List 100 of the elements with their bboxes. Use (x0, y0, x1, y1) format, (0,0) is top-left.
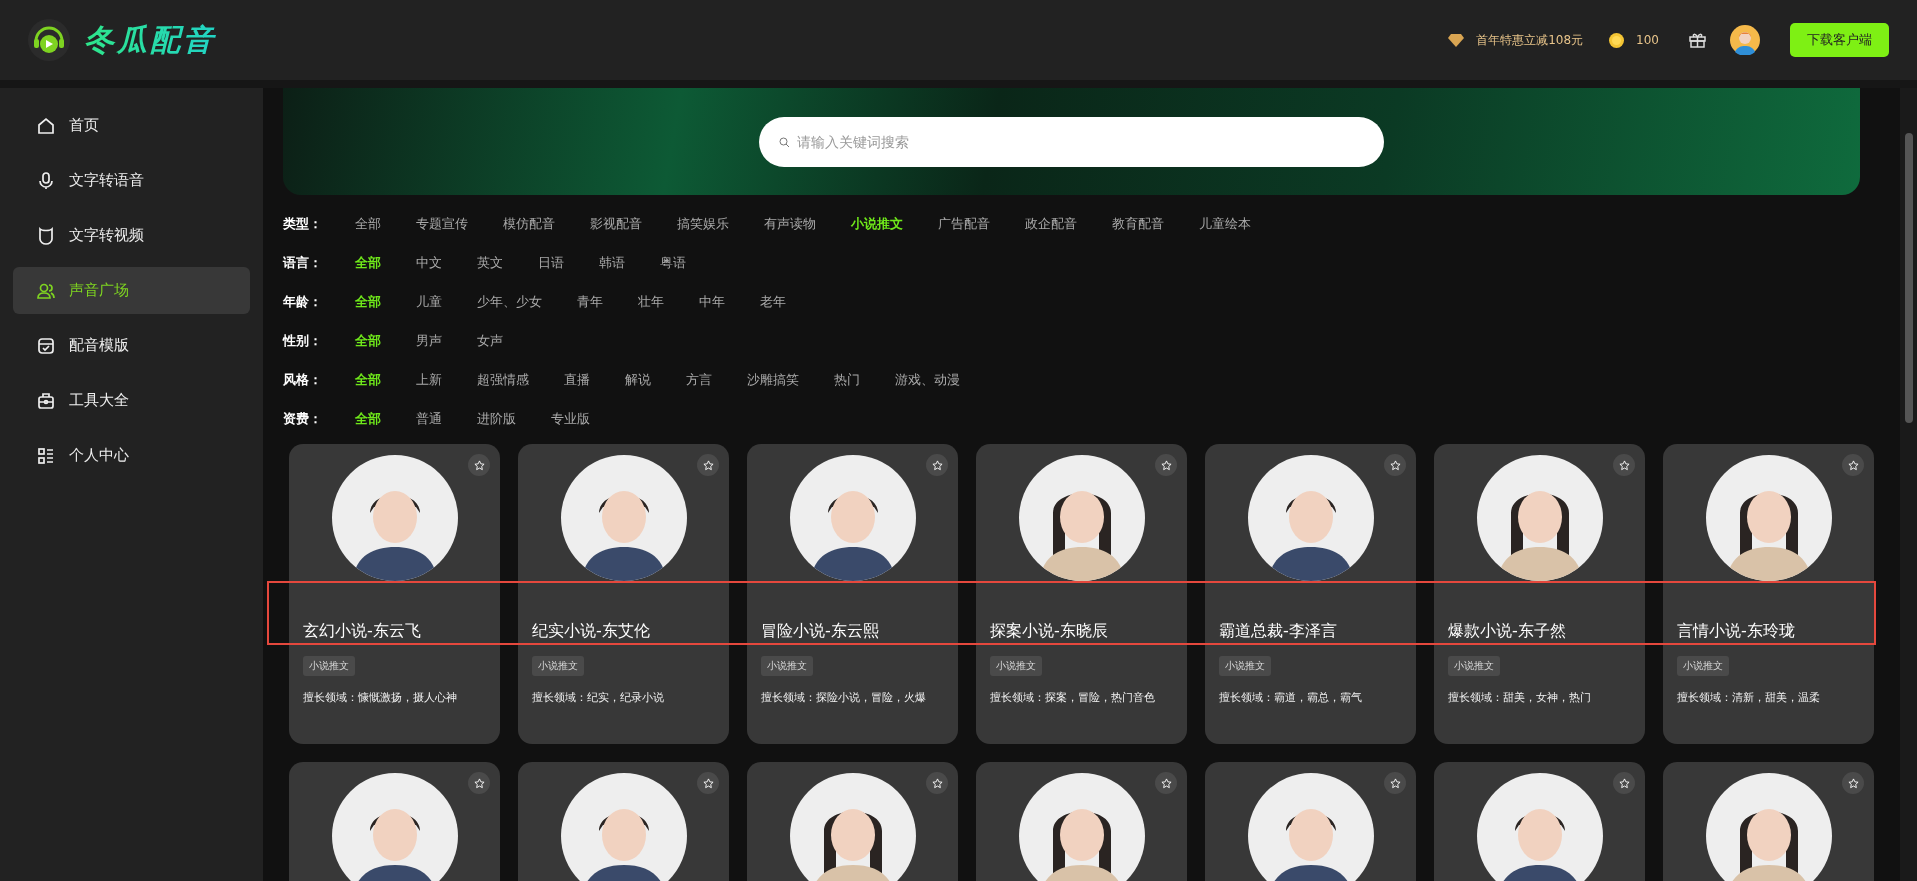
home-icon (37, 116, 55, 135)
star-icon (1847, 459, 1859, 471)
favorite-button[interactable] (1842, 454, 1864, 476)
filter-option[interactable]: 游戏、动漫 (895, 371, 960, 389)
filter-option[interactable]: 女声 (477, 332, 503, 350)
voice-card[interactable]: 玄幻小说-东云飞 小说推文 擅长领域：慷慨激扬，摄人心神 (289, 444, 500, 744)
user-avatar[interactable] (1730, 25, 1760, 55)
voice-name: 霸道总裁-李泽言 (1219, 621, 1338, 642)
filter-label: 风格： (283, 371, 323, 389)
favorite-button[interactable] (1384, 772, 1406, 794)
voice-skills: 擅长领域：纪实，纪录小说 (532, 690, 665, 705)
filter-option[interactable]: 男声 (416, 332, 442, 350)
filter-option[interactable]: 全部 (355, 293, 381, 311)
sidebar-item[interactable]: 个人中心 (13, 432, 250, 479)
favorite-button[interactable] (468, 454, 490, 476)
filter-option[interactable]: 直播 (564, 371, 590, 389)
filter-option[interactable]: 超强情感 (477, 371, 529, 389)
star-icon (1618, 459, 1630, 471)
filter-option[interactable]: 老年 (760, 293, 786, 311)
promo-text[interactable]: 首年特惠立减108元 (1476, 31, 1584, 49)
filter-option[interactable]: 中文 (416, 254, 442, 272)
sidebar-item[interactable]: 首页 (13, 102, 250, 149)
users-icon (37, 281, 55, 300)
filter-option[interactable]: 儿童 (416, 293, 442, 311)
filter-option[interactable]: 英文 (477, 254, 503, 272)
voice-skills: 擅长领域：探险小说，冒险，火爆 (761, 690, 927, 705)
filter-option[interactable]: 有声读物 (764, 215, 816, 233)
favorite-button[interactable] (1155, 454, 1177, 476)
filter-option[interactable]: 广告配音 (938, 215, 990, 233)
filter-option[interactable]: 普通 (416, 410, 442, 428)
scrollbar-thumb[interactable] (1904, 133, 1913, 423)
filter-option[interactable]: 进阶版 (477, 410, 516, 428)
filter-option[interactable]: 全部 (355, 254, 381, 272)
filter-option[interactable]: 政企配音 (1025, 215, 1077, 233)
template-icon (37, 336, 55, 355)
voice-card[interactable]: 探案小说-东晓辰 小说推文 擅长领域：探案，冒险，热门音色 (976, 444, 1187, 744)
voice-card[interactable]: 冒险小说-东云熙 小说推文 擅长领域：探险小说，冒险，火爆 (747, 444, 958, 744)
filter-option[interactable]: 全部 (355, 332, 381, 350)
category-tag: 小说推文 (990, 656, 1042, 676)
filter-option[interactable]: 儿童绘本 (1199, 215, 1251, 233)
filter-option[interactable]: 沙雕搞笑 (747, 371, 799, 389)
filter-option[interactable]: 方言 (686, 371, 712, 389)
filter-option[interactable]: 影视配音 (590, 215, 642, 233)
filter-option[interactable]: 粤语 (660, 254, 686, 272)
voice-skills: 擅长领域：慷慨激扬，摄人心神 (303, 690, 458, 705)
filter-option[interactable]: 解说 (625, 371, 651, 389)
category-tag: 小说推文 (761, 656, 813, 676)
voice-name: 探案小说-东晓辰 (990, 621, 1109, 642)
voice-skills: 擅长领域：探案，冒险，热门音色 (990, 690, 1156, 705)
filter-option[interactable]: 壮年 (638, 293, 664, 311)
coin-icon (1609, 32, 1625, 48)
star-icon (1389, 459, 1401, 471)
gift-icon[interactable] (1689, 32, 1706, 48)
favorite-button[interactable] (1613, 772, 1635, 794)
filter-option[interactable]: 搞笑娱乐 (677, 215, 729, 233)
sidebar-item[interactable]: 文字转语音 (13, 157, 250, 204)
filter-option[interactable]: 日语 (538, 254, 564, 272)
favorite-button[interactable] (926, 454, 948, 476)
sidebar-item[interactable]: 声音广场 (13, 267, 250, 314)
filter-option[interactable]: 全部 (355, 410, 381, 428)
star-icon (1160, 777, 1172, 789)
filter-label: 类型： (283, 215, 323, 233)
filter-option[interactable]: 韩语 (599, 254, 625, 272)
favorite-button[interactable] (1384, 454, 1406, 476)
filter-option[interactable]: 教育配音 (1112, 215, 1164, 233)
favorite-button[interactable] (1155, 772, 1177, 794)
voice-card[interactable]: 言情小说-东玲珑 小说推文 擅长领域：清新，甜美，温柔 (1663, 444, 1874, 744)
list-icon (37, 446, 55, 465)
favorite-button[interactable] (697, 454, 719, 476)
filter-option[interactable]: 中年 (699, 293, 725, 311)
filter-option[interactable]: 小说推文 (851, 215, 903, 233)
favorite-button[interactable] (926, 772, 948, 794)
filter-option[interactable]: 少年、少女 (477, 293, 542, 311)
favorite-button[interactable] (1842, 772, 1864, 794)
filter-label: 性别： (283, 332, 323, 350)
star-icon (1847, 777, 1859, 789)
search-field[interactable]: 请输入关键词搜索 (759, 116, 1384, 167)
voice-card[interactable]: 纪实小说-东艾伦 小说推文 擅长领域：纪实，纪录小说 (518, 444, 729, 744)
download-client-button[interactable]: 下载客户端 (1790, 23, 1889, 57)
filter-option[interactable]: 上新 (416, 371, 442, 389)
favorite-button[interactable] (1613, 454, 1635, 476)
sidebar-item[interactable]: 文字转视频 (13, 212, 250, 259)
voice-name: 爆款小说-东子然 (1448, 621, 1567, 642)
filter-option[interactable]: 全部 (355, 215, 381, 233)
star-icon (931, 459, 943, 471)
filter-option[interactable]: 全部 (355, 371, 381, 389)
filter-label: 年龄： (283, 293, 323, 311)
coin-count: 100 (1636, 33, 1659, 47)
voice-card[interactable]: 爆款小说-东子然 小说推文 擅长领域：甜美，女神，热门 (1434, 444, 1645, 744)
sidebar-item[interactable]: 配音模版 (13, 322, 250, 369)
filter-option[interactable]: 专业版 (551, 410, 590, 428)
filter-option[interactable]: 热门 (834, 371, 860, 389)
star-icon (702, 459, 714, 471)
sidebar-item[interactable]: 工具大全 (13, 377, 250, 424)
favorite-button[interactable] (697, 772, 719, 794)
filter-option[interactable]: 青年 (577, 293, 603, 311)
favorite-button[interactable] (468, 772, 490, 794)
filter-option[interactable]: 模仿配音 (503, 215, 555, 233)
filter-option[interactable]: 专题宣传 (416, 215, 468, 233)
voice-card[interactable]: 霸道总裁-李泽言 小说推文 擅长领域：霸道，霸总，霸气 (1205, 444, 1416, 744)
